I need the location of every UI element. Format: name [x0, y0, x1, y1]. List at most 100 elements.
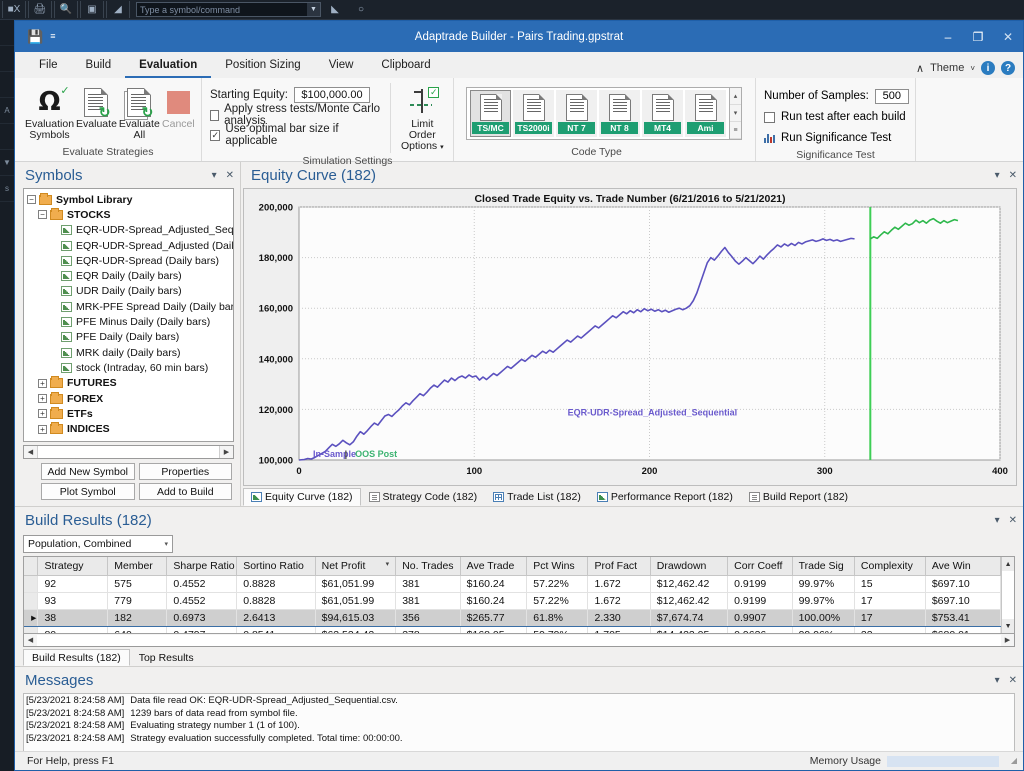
tree-symbol-item[interactable]: stock (Intraday, 60 min bars): [27, 360, 233, 375]
code-type-ts2000i[interactable]: TS2000i: [513, 90, 554, 137]
messages-menu-icon[interactable]: ▾: [995, 675, 1000, 686]
samples-input[interactable]: 500: [874, 88, 909, 104]
tree-symbol-item[interactable]: EQR Daily (Daily bars): [27, 268, 233, 283]
tab-performance-report[interactable]: Performance Report (182): [589, 488, 741, 506]
table-row[interactable]: ▸ 38 182 0.6973 2.6413 $94,615.03 356 $265.77 61…: [24, 608, 1002, 627]
tree-symbol-item[interactable]: EQR-UDR-Spread_Adjusted_Sequen: [27, 223, 233, 238]
code-type-nt7[interactable]: NT 7: [556, 90, 597, 137]
ribbon-tab-evaluation[interactable]: Evaluation: [125, 55, 212, 78]
build-results-grid-wrapper[interactable]: Strategy Member Sharpe Ratio Sortino Ratio N…: [23, 556, 1015, 634]
info-icon[interactable]: i: [981, 61, 995, 75]
symbol-tree-hscrollbar[interactable]: ◀ ▶: [23, 445, 234, 459]
add-to-build-button[interactable]: Add to Build: [138, 483, 232, 500]
gallery-scroll-up[interactable]: ▴: [730, 88, 741, 105]
build-results-menu-icon[interactable]: ▾: [995, 515, 1000, 526]
column-header-strategy[interactable]: Strategy: [37, 557, 109, 576]
tree-folder[interactable]: − STOCKS: [27, 207, 233, 222]
column-header-complexity[interactable]: Complexity: [854, 557, 926, 576]
build-results-tab-bar[interactable]: Build Results (182) Top Results: [23, 649, 1023, 666]
collapse-ribbon-icon[interactable]: ∧: [916, 62, 924, 75]
ribbon-right-controls[interactable]: ∧ Theme ˅ i ?: [916, 61, 1023, 78]
code-type-nt8[interactable]: NT 8: [599, 90, 640, 137]
ribbon-tab-file[interactable]: File: [25, 55, 72, 78]
tree-toggle-icon[interactable]: +: [38, 409, 47, 419]
tree-toggle-icon[interactable]: −: [38, 210, 47, 220]
messages-list[interactable]: [5/23/2021 8:24:58 AM] Data file read OK:…: [23, 693, 1015, 751]
scroll-track[interactable]: [1002, 571, 1014, 619]
scroll-right-icon[interactable]: ▶: [1001, 636, 1014, 644]
column-header-drawdown[interactable]: Drawdown: [650, 557, 729, 576]
build-results-table[interactable]: Strategy Member Sharpe Ratio Sortino Ratio N…: [24, 557, 1002, 633]
ribbon-tab-build[interactable]: Build: [72, 55, 126, 78]
row-selector[interactable]: [24, 592, 39, 610]
symbols-panel-menu-icon[interactable]: ▾: [212, 170, 217, 181]
tab-equity-curve[interactable]: Equity Curve (182): [243, 488, 361, 506]
column-header-sortino-ratio[interactable]: Sortino Ratio: [236, 557, 316, 576]
run-after-build-checkbox[interactable]: [764, 111, 775, 123]
starting-equity-input[interactable]: $100,000.00: [293, 87, 370, 103]
add-new-symbol-button[interactable]: Add New Symbol: [41, 463, 135, 480]
scroll-track[interactable]: [37, 446, 220, 458]
ribbon-tab-position-sizing[interactable]: Position Sizing: [211, 55, 314, 78]
tab-trade-list[interactable]: Trade List (182): [485, 488, 589, 506]
window-controls[interactable]: – ❐ ✕: [933, 22, 1023, 52]
minimize-button[interactable]: –: [933, 22, 963, 52]
messages-close-icon[interactable]: ✕: [1009, 675, 1017, 686]
tree-symbol-item[interactable]: MRK daily (Daily bars): [27, 345, 233, 360]
symbol-buttons[interactable]: Add New Symbol Properties Plot Symbol Ad…: [15, 459, 240, 506]
scroll-up-icon[interactable]: ▲: [1002, 557, 1014, 571]
ribbon-tab-bar[interactable]: File Build Evaluation Position Sizing Vi…: [15, 52, 1023, 78]
stress-test-checkbox[interactable]: [210, 109, 220, 121]
code-type-mt4[interactable]: MT4: [642, 90, 683, 137]
table-row[interactable]: 806400.47970.8541$63,524.42378$168.0559.…: [24, 626, 1002, 633]
resize-grip-icon[interactable]: ◢: [1005, 756, 1017, 767]
column-header-member[interactable]: Member: [107, 557, 168, 576]
tree-symbol-item[interactable]: MRK-PFE Spread Daily (Daily bars): [27, 299, 233, 314]
limit-order-options-button[interactable]: ✓ Limit Order Options ▾: [398, 83, 447, 153]
theme-label[interactable]: Theme: [930, 62, 964, 74]
equity-panel-menu-icon[interactable]: ▾: [995, 170, 1000, 181]
properties-button[interactable]: Properties: [138, 463, 232, 480]
stress-test-checkbox-row[interactable]: Apply stress tests/Monte Carlo analysis: [210, 103, 383, 127]
scroll-track[interactable]: [37, 634, 1001, 646]
evaluate-button[interactable]: ↻ Evaluate: [76, 83, 117, 130]
grid-hscrollbar[interactable]: ◀ ▶: [23, 634, 1015, 647]
evaluation-symbols-button[interactable]: Ω ✓ Evaluation Symbols: [25, 83, 74, 141]
column-header-pct-wins[interactable]: Pct Wins: [526, 557, 589, 576]
tab-strategy-code[interactable]: Strategy Code (182): [361, 488, 486, 506]
tab-build-results[interactable]: Build Results (182): [23, 649, 130, 666]
tree-folder[interactable]: + ETFs: [27, 406, 233, 421]
run-significance-test-button[interactable]: Run Significance Test: [764, 129, 909, 147]
save-icon[interactable]: 💾: [27, 30, 43, 43]
column-header-ave-win[interactable]: Ave Win: [925, 557, 1002, 576]
column-header-ave-trade[interactable]: Ave Trade: [460, 557, 528, 576]
code-type-gallery[interactable]: TS/MC TS2000i NT 7 NT 8 MT4 Ami: [466, 87, 730, 140]
theme-chevron-down-icon[interactable]: ˅: [970, 64, 975, 73]
gallery-expand[interactable]: ≡: [730, 122, 741, 139]
maximize-button[interactable]: ❐: [963, 22, 993, 52]
gallery-scroll-down[interactable]: ▾: [730, 105, 741, 122]
equity-panel-close-icon[interactable]: ✕: [1009, 170, 1017, 181]
tree-toggle-icon[interactable]: +: [38, 424, 47, 434]
optimal-bar-size-checkbox-row[interactable]: Use optimal bar size if applicable: [210, 123, 383, 147]
tab-top-results[interactable]: Top Results: [130, 649, 203, 666]
tree-folder[interactable]: + INDICES: [27, 421, 233, 436]
optimal-bar-size-checkbox[interactable]: [210, 129, 221, 141]
row-selector[interactable]: ▸: [24, 608, 39, 627]
scroll-left-icon[interactable]: ◀: [24, 448, 37, 456]
table-row[interactable]: 92 575 0.4552 0.8828 $61,051.99 381 $160.24 57.…: [24, 575, 1002, 593]
population-filter-combo[interactable]: Population, Combined ▾: [23, 535, 173, 553]
tree-folder[interactable]: − Symbol Library: [27, 192, 233, 207]
tree-symbol-item[interactable]: UDR Daily (Daily bars): [27, 284, 233, 299]
code-type-ts-mc[interactable]: TS/MC: [470, 90, 511, 137]
evaluate-all-button[interactable]: ↻ Evaluate All: [119, 83, 160, 141]
row-selector[interactable]: [24, 575, 39, 593]
build-results-close-icon[interactable]: ✕: [1009, 515, 1017, 526]
run-after-build-row[interactable]: Run test after each build: [764, 108, 909, 126]
row-selector[interactable]: [24, 626, 39, 633]
tree-symbol-item[interactable]: EQR-UDR-Spread (Daily bars): [27, 253, 233, 268]
column-header-trade-sig[interactable]: Trade Sig: [792, 557, 855, 576]
tree-toggle-icon[interactable]: +: [38, 394, 47, 403]
tab-build-report[interactable]: Build Report (182): [741, 488, 856, 506]
column-header-no-trades[interactable]: No. Trades: [395, 557, 461, 576]
